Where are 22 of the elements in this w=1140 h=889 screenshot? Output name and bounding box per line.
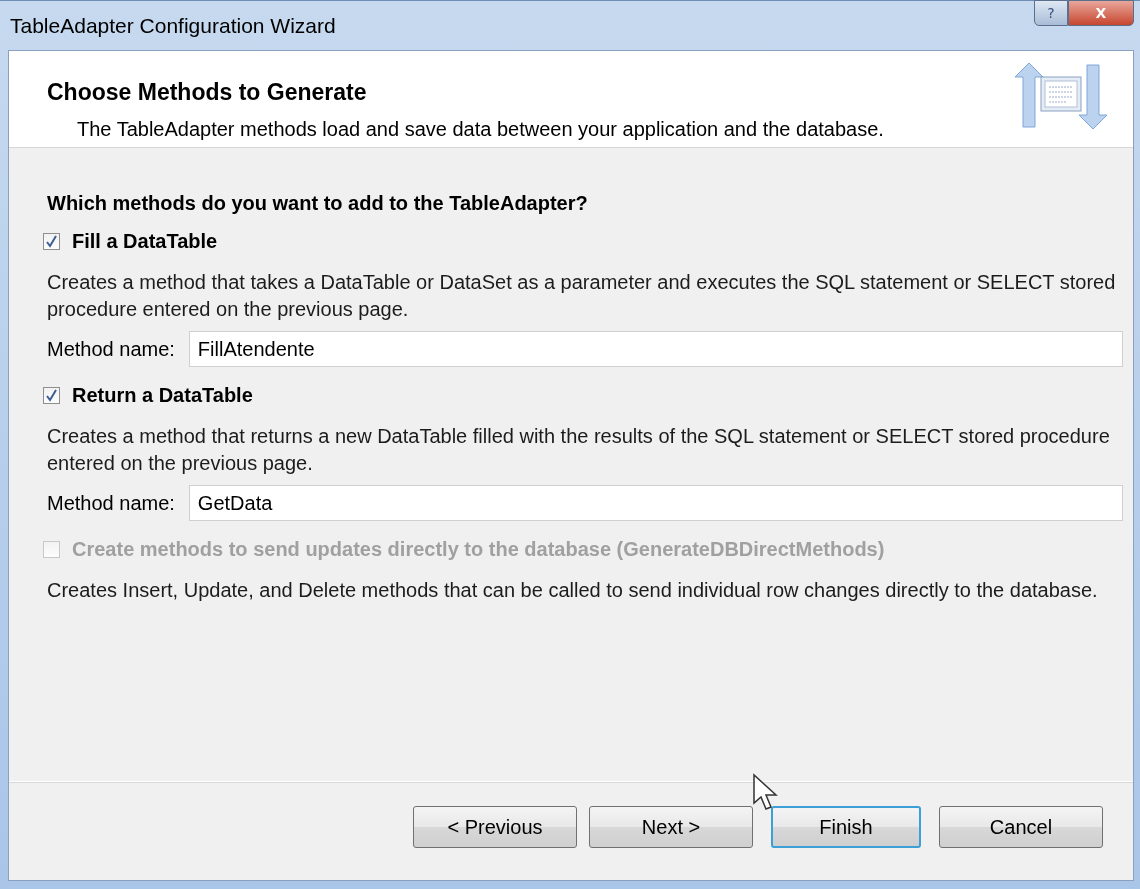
option-description: Creates a method that returns a new DataTable filled with the results of the SQL statement or SELECT stored procedure entered on the previous page.	[47, 424, 1111, 476]
field-label: Method name:	[47, 337, 175, 361]
checkbox[interactable]	[43, 232, 60, 250]
wizard-button[interactable]: Cancel	[939, 806, 1103, 848]
option-label: Create methods to send updates directly to the database (GenerateDBDirectMethods)	[72, 537, 885, 561]
option-label: Return a DataTable	[72, 383, 253, 407]
data-transfer-icon	[1015, 63, 1107, 129]
method-name-field[interactable]: GetData	[188, 485, 1123, 521]
question-label: Which methods do you want to add to the TableAdapter?	[47, 192, 589, 215]
method-name-field[interactable]: FillAtendente	[188, 331, 1123, 367]
option-description: Creates Insert, Update, and Delete methods that can be called to send individual row changes directly to the database.	[47, 578, 1099, 603]
field-label: Method name:	[47, 491, 175, 515]
option-label: Fill a DataTable	[72, 229, 218, 253]
checkbox[interactable]	[43, 386, 60, 404]
wizard-button[interactable]: Next >	[589, 806, 753, 848]
option-description: Creates a method that takes a DataTable or DataSet as a parameter and executes the SQL statement or SELECT stored procedure entered on the previous page.	[47, 270, 1117, 322]
wizard-button[interactable]: < Previous	[413, 806, 577, 848]
page-subtitle: The TableAdapter methods load and save data between your application and the database.	[77, 118, 884, 141]
page-title: Choose Methods to Generate	[47, 79, 368, 106]
window-title: TableAdapter Configuration Wizard	[10, 13, 336, 38]
wizard-button[interactable]: Finish	[771, 806, 921, 848]
help-button[interactable]: ?	[1034, 0, 1068, 26]
